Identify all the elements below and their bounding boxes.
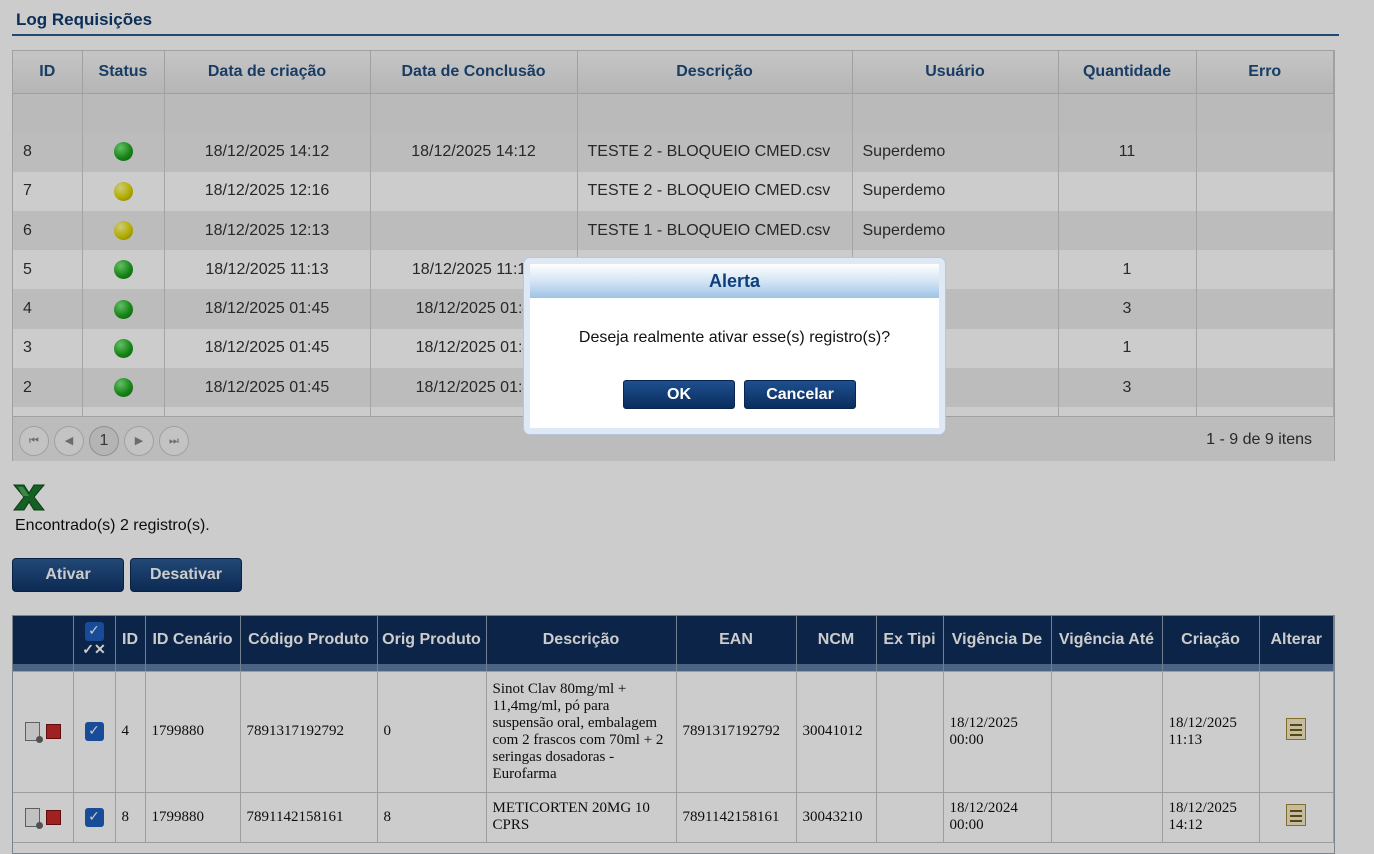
dialog-message: Deseja realmente ativar esse(s) registro…: [578, 329, 891, 346]
dialog-title: Alerta: [530, 264, 939, 298]
alert-dialog: Alerta Deseja realmente ativar esse(s) r…: [524, 258, 945, 434]
cancel-button[interactable]: Cancelar: [744, 380, 856, 409]
ok-button[interactable]: OK: [623, 380, 735, 409]
